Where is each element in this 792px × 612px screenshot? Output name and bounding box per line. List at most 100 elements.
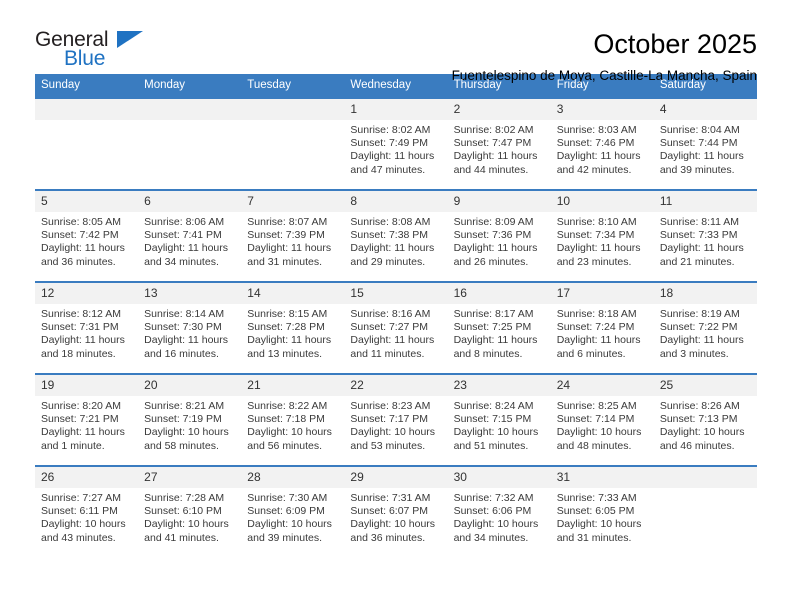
daylight-text-line1: Daylight: 11 hours bbox=[659, 150, 744, 163]
day-number: 24 bbox=[550, 375, 654, 396]
day-number: 10 bbox=[550, 191, 654, 212]
logo-text-blue: Blue bbox=[64, 47, 106, 70]
calendar-week-row: 12 Sunrise: 8:12 AM Sunset: 7:31 PM Dayligh… bbox=[35, 281, 757, 374]
calendar-day-cell[interactable]: 12 Sunrise: 8:12 AM Sunset: 7:31 PM Dayligh… bbox=[35, 283, 139, 371]
calendar-day-cell[interactable]: 2 Sunrise: 8:02 AM Sunset: 7:47 PM Daylight… bbox=[447, 99, 551, 187]
day-sun-info: Sunrise: 8:02 AM Sunset: 7:49 PM Daylight:… bbox=[344, 120, 447, 177]
calendar-day-cell[interactable]: 6 Sunrise: 8:06 AM Sunset: 7:41 PM Daylight… bbox=[138, 191, 242, 279]
day-number: 6 bbox=[138, 191, 242, 212]
sunset-text: Sunset: 7:27 PM bbox=[350, 321, 429, 334]
calendar-day-cell[interactable]: 27 Sunrise: 7:28 AM Sunset: 6:10 PM Dayligh… bbox=[138, 467, 242, 555]
sunset-text: Sunset: 7:18 PM bbox=[247, 413, 325, 426]
calendar-day-cell[interactable]: 17 Sunrise: 8:18 AM Sunset: 7:24 PM Dayligh… bbox=[550, 283, 654, 371]
sunset-text: Sunset: 6:11 PM bbox=[41, 505, 118, 518]
day-sun-info: Sunrise: 8:10 AM Sunset: 7:34 PM Daylight:… bbox=[551, 212, 654, 269]
day-sun-info: Sunrise: 8:24 AM Sunset: 7:15 PM Daylight:… bbox=[448, 396, 551, 453]
daylight-text-line2: and 42 minutes. bbox=[556, 163, 632, 176]
calendar-day-cell[interactable]: 21 Sunrise: 8:22 AM Sunset: 7:18 PM Dayligh… bbox=[241, 375, 345, 463]
calendar-day-cell[interactable]: 31 Sunrise: 7:33 AM Sunset: 6:05 PM Dayligh… bbox=[550, 467, 654, 555]
daylight-text-line1: Daylight: 11 hours bbox=[144, 334, 228, 347]
daylight-text-line2: and 31 minutes. bbox=[247, 255, 322, 268]
general-blue-logo[interactable]: General Blue bbox=[35, 28, 165, 74]
day-sun-info: Sunrise: 8:19 AM Sunset: 7:22 PM Daylight:… bbox=[654, 304, 757, 361]
sunrise-text: Sunrise: 8:26 AM bbox=[659, 400, 740, 412]
sunset-text: Sunset: 7:36 PM bbox=[453, 229, 532, 242]
day-sun-info: Sunrise: 8:21 AM Sunset: 7:19 PM Daylight:… bbox=[138, 396, 241, 453]
sunrise-text: Sunrise: 8:02 AM bbox=[350, 124, 431, 136]
calendar-day-cell-empty bbox=[653, 467, 757, 555]
triangle-icon bbox=[117, 31, 143, 48]
calendar-day-cell[interactable]: 18 Sunrise: 8:19 AM Sunset: 7:22 PM Dayligh… bbox=[653, 283, 757, 371]
calendar-day-cell[interactable]: 29 Sunrise: 7:31 AM Sunset: 6:07 PM Dayligh… bbox=[344, 467, 448, 555]
daylight-text-line1: Daylight: 11 hours bbox=[556, 242, 641, 255]
calendar-day-cell[interactable]: 22 Sunrise: 8:23 AM Sunset: 7:17 PM Dayligh… bbox=[344, 375, 448, 463]
calendar-day-cell-empty bbox=[241, 99, 345, 187]
sunrise-text: Sunrise: 8:09 AM bbox=[453, 216, 534, 228]
calendar-day-cell[interactable]: 20 Sunrise: 8:21 AM Sunset: 7:19 PM Dayligh… bbox=[138, 375, 242, 463]
calendar-day-cell[interactable]: 23 Sunrise: 8:24 AM Sunset: 7:15 PM Dayligh… bbox=[447, 375, 551, 463]
day-number: 16 bbox=[447, 283, 551, 304]
calendar-day-cell[interactable]: 14 Sunrise: 8:15 AM Sunset: 7:28 PM Dayligh… bbox=[241, 283, 345, 371]
daylight-text-line1: Daylight: 11 hours bbox=[41, 242, 125, 255]
calendar-day-cell[interactable]: 16 Sunrise: 8:17 AM Sunset: 7:25 PM Dayligh… bbox=[447, 283, 551, 371]
day-sun-info: Sunrise: 8:26 AM Sunset: 7:13 PM Daylight:… bbox=[654, 396, 757, 453]
daylight-text-line2: and 48 minutes. bbox=[556, 439, 632, 452]
day-number: 28 bbox=[241, 467, 345, 488]
sunset-text: Sunset: 7:39 PM bbox=[247, 229, 325, 242]
sunset-text: Sunset: 6:07 PM bbox=[350, 505, 429, 518]
day-number: 3 bbox=[550, 99, 654, 120]
calendar-day-cell[interactable]: 5 Sunrise: 8:05 AM Sunset: 7:42 PM Daylight… bbox=[35, 191, 139, 279]
calendar-day-cell[interactable]: 9 Sunrise: 8:09 AM Sunset: 7:36 PM Daylight… bbox=[447, 191, 551, 279]
calendar-day-cell[interactable]: 24 Sunrise: 8:25 AM Sunset: 7:14 PM Dayligh… bbox=[550, 375, 654, 463]
daylight-text-line1: Daylight: 10 hours bbox=[350, 426, 436, 439]
calendar-day-cell[interactable]: 11 Sunrise: 8:11 AM Sunset: 7:33 PM Dayligh… bbox=[653, 191, 757, 279]
daylight-text-line1: Daylight: 11 hours bbox=[350, 150, 435, 163]
day-number: 17 bbox=[550, 283, 654, 304]
day-number: 14 bbox=[241, 283, 345, 304]
calendar-day-cell[interactable]: 10 Sunrise: 8:10 AM Sunset: 7:34 PM Dayligh… bbox=[550, 191, 654, 279]
sunrise-text: Sunrise: 8:12 AM bbox=[41, 308, 121, 320]
sunset-text: Sunset: 6:10 PM bbox=[144, 505, 222, 518]
calendar-day-cell[interactable]: 4 Sunrise: 8:04 AM Sunset: 7:44 PM Daylight… bbox=[653, 99, 757, 187]
sunrise-text: Sunrise: 8:10 AM bbox=[556, 216, 637, 228]
daylight-text-line1: Daylight: 11 hours bbox=[350, 242, 435, 255]
sunset-text: Sunset: 7:33 PM bbox=[659, 229, 738, 242]
calendar-week-row: 1 Sunrise: 8:02 AM Sunset: 7:49 PM Daylight… bbox=[35, 97, 757, 190]
calendar-day-cell[interactable]: 3 Sunrise: 8:03 AM Sunset: 7:46 PM Daylight… bbox=[550, 99, 654, 187]
calendar-day-cell-empty bbox=[138, 99, 242, 187]
sunrise-text: Sunrise: 8:04 AM bbox=[659, 124, 740, 136]
calendar-day-cell[interactable]: 7 Sunrise: 8:07 AM Sunset: 7:39 PM Daylight… bbox=[241, 191, 345, 279]
calendar-day-cell[interactable]: 1 Sunrise: 8:02 AM Sunset: 7:49 PM Daylight… bbox=[344, 99, 448, 187]
sunrise-text: Sunrise: 8:25 AM bbox=[556, 400, 637, 412]
sunset-text: Sunset: 7:17 PM bbox=[350, 413, 429, 426]
sunrise-text: Sunrise: 7:32 AM bbox=[453, 492, 534, 504]
sunrise-text: Sunrise: 7:31 AM bbox=[350, 492, 431, 504]
calendar-day-cell[interactable]: 19 Sunrise: 8:20 AM Sunset: 7:21 PM Dayligh… bbox=[35, 375, 139, 463]
calendar-day-cell[interactable]: 15 Sunrise: 8:16 AM Sunset: 7:27 PM Dayligh… bbox=[344, 283, 448, 371]
calendar-day-cell[interactable]: 28 Sunrise: 7:30 AM Sunset: 6:09 PM Dayligh… bbox=[241, 467, 345, 555]
day-number: 30 bbox=[447, 467, 551, 488]
calendar-day-cell[interactable]: 30 Sunrise: 7:32 AM Sunset: 6:06 PM Dayligh… bbox=[447, 467, 551, 555]
sunrise-text: Sunrise: 8:15 AM bbox=[247, 308, 328, 320]
sunset-text: Sunset: 6:05 PM bbox=[556, 505, 635, 518]
sunset-text: Sunset: 7:25 PM bbox=[453, 321, 532, 334]
daylight-text-line1: Daylight: 11 hours bbox=[247, 334, 332, 347]
day-number: 26 bbox=[35, 467, 139, 488]
calendar-day-cell[interactable]: 25 Sunrise: 8:26 AM Sunset: 7:13 PM Dayligh… bbox=[653, 375, 757, 463]
day-number: 13 bbox=[138, 283, 242, 304]
day-sun-info: Sunrise: 8:23 AM Sunset: 7:17 PM Daylight:… bbox=[344, 396, 447, 453]
daylight-text-line1: Daylight: 11 hours bbox=[41, 426, 125, 439]
calendar-day-cell[interactable]: 13 Sunrise: 8:14 AM Sunset: 7:30 PM Dayligh… bbox=[138, 283, 242, 371]
calendar-day-cell[interactable]: 8 Sunrise: 8:08 AM Sunset: 7:38 PM Daylight… bbox=[344, 191, 448, 279]
daylight-text-line1: Daylight: 10 hours bbox=[41, 518, 126, 531]
sunset-text: Sunset: 7:31 PM bbox=[41, 321, 119, 334]
daylight-text-line2: and 31 minutes. bbox=[556, 531, 632, 544]
day-number bbox=[241, 99, 345, 120]
day-sun-info: Sunrise: 8:09 AM Sunset: 7:36 PM Daylight:… bbox=[448, 212, 551, 269]
calendar-day-cell[interactable]: 26 Sunrise: 7:27 AM Sunset: 6:11 PM Dayligh… bbox=[35, 467, 139, 555]
day-number: 21 bbox=[241, 375, 345, 396]
day-number bbox=[35, 99, 139, 120]
sunrise-text: Sunrise: 8:14 AM bbox=[144, 308, 225, 320]
sunrise-text: Sunrise: 8:17 AM bbox=[453, 308, 534, 320]
day-sun-info: Sunrise: 8:22 AM Sunset: 7:18 PM Daylight:… bbox=[241, 396, 344, 453]
